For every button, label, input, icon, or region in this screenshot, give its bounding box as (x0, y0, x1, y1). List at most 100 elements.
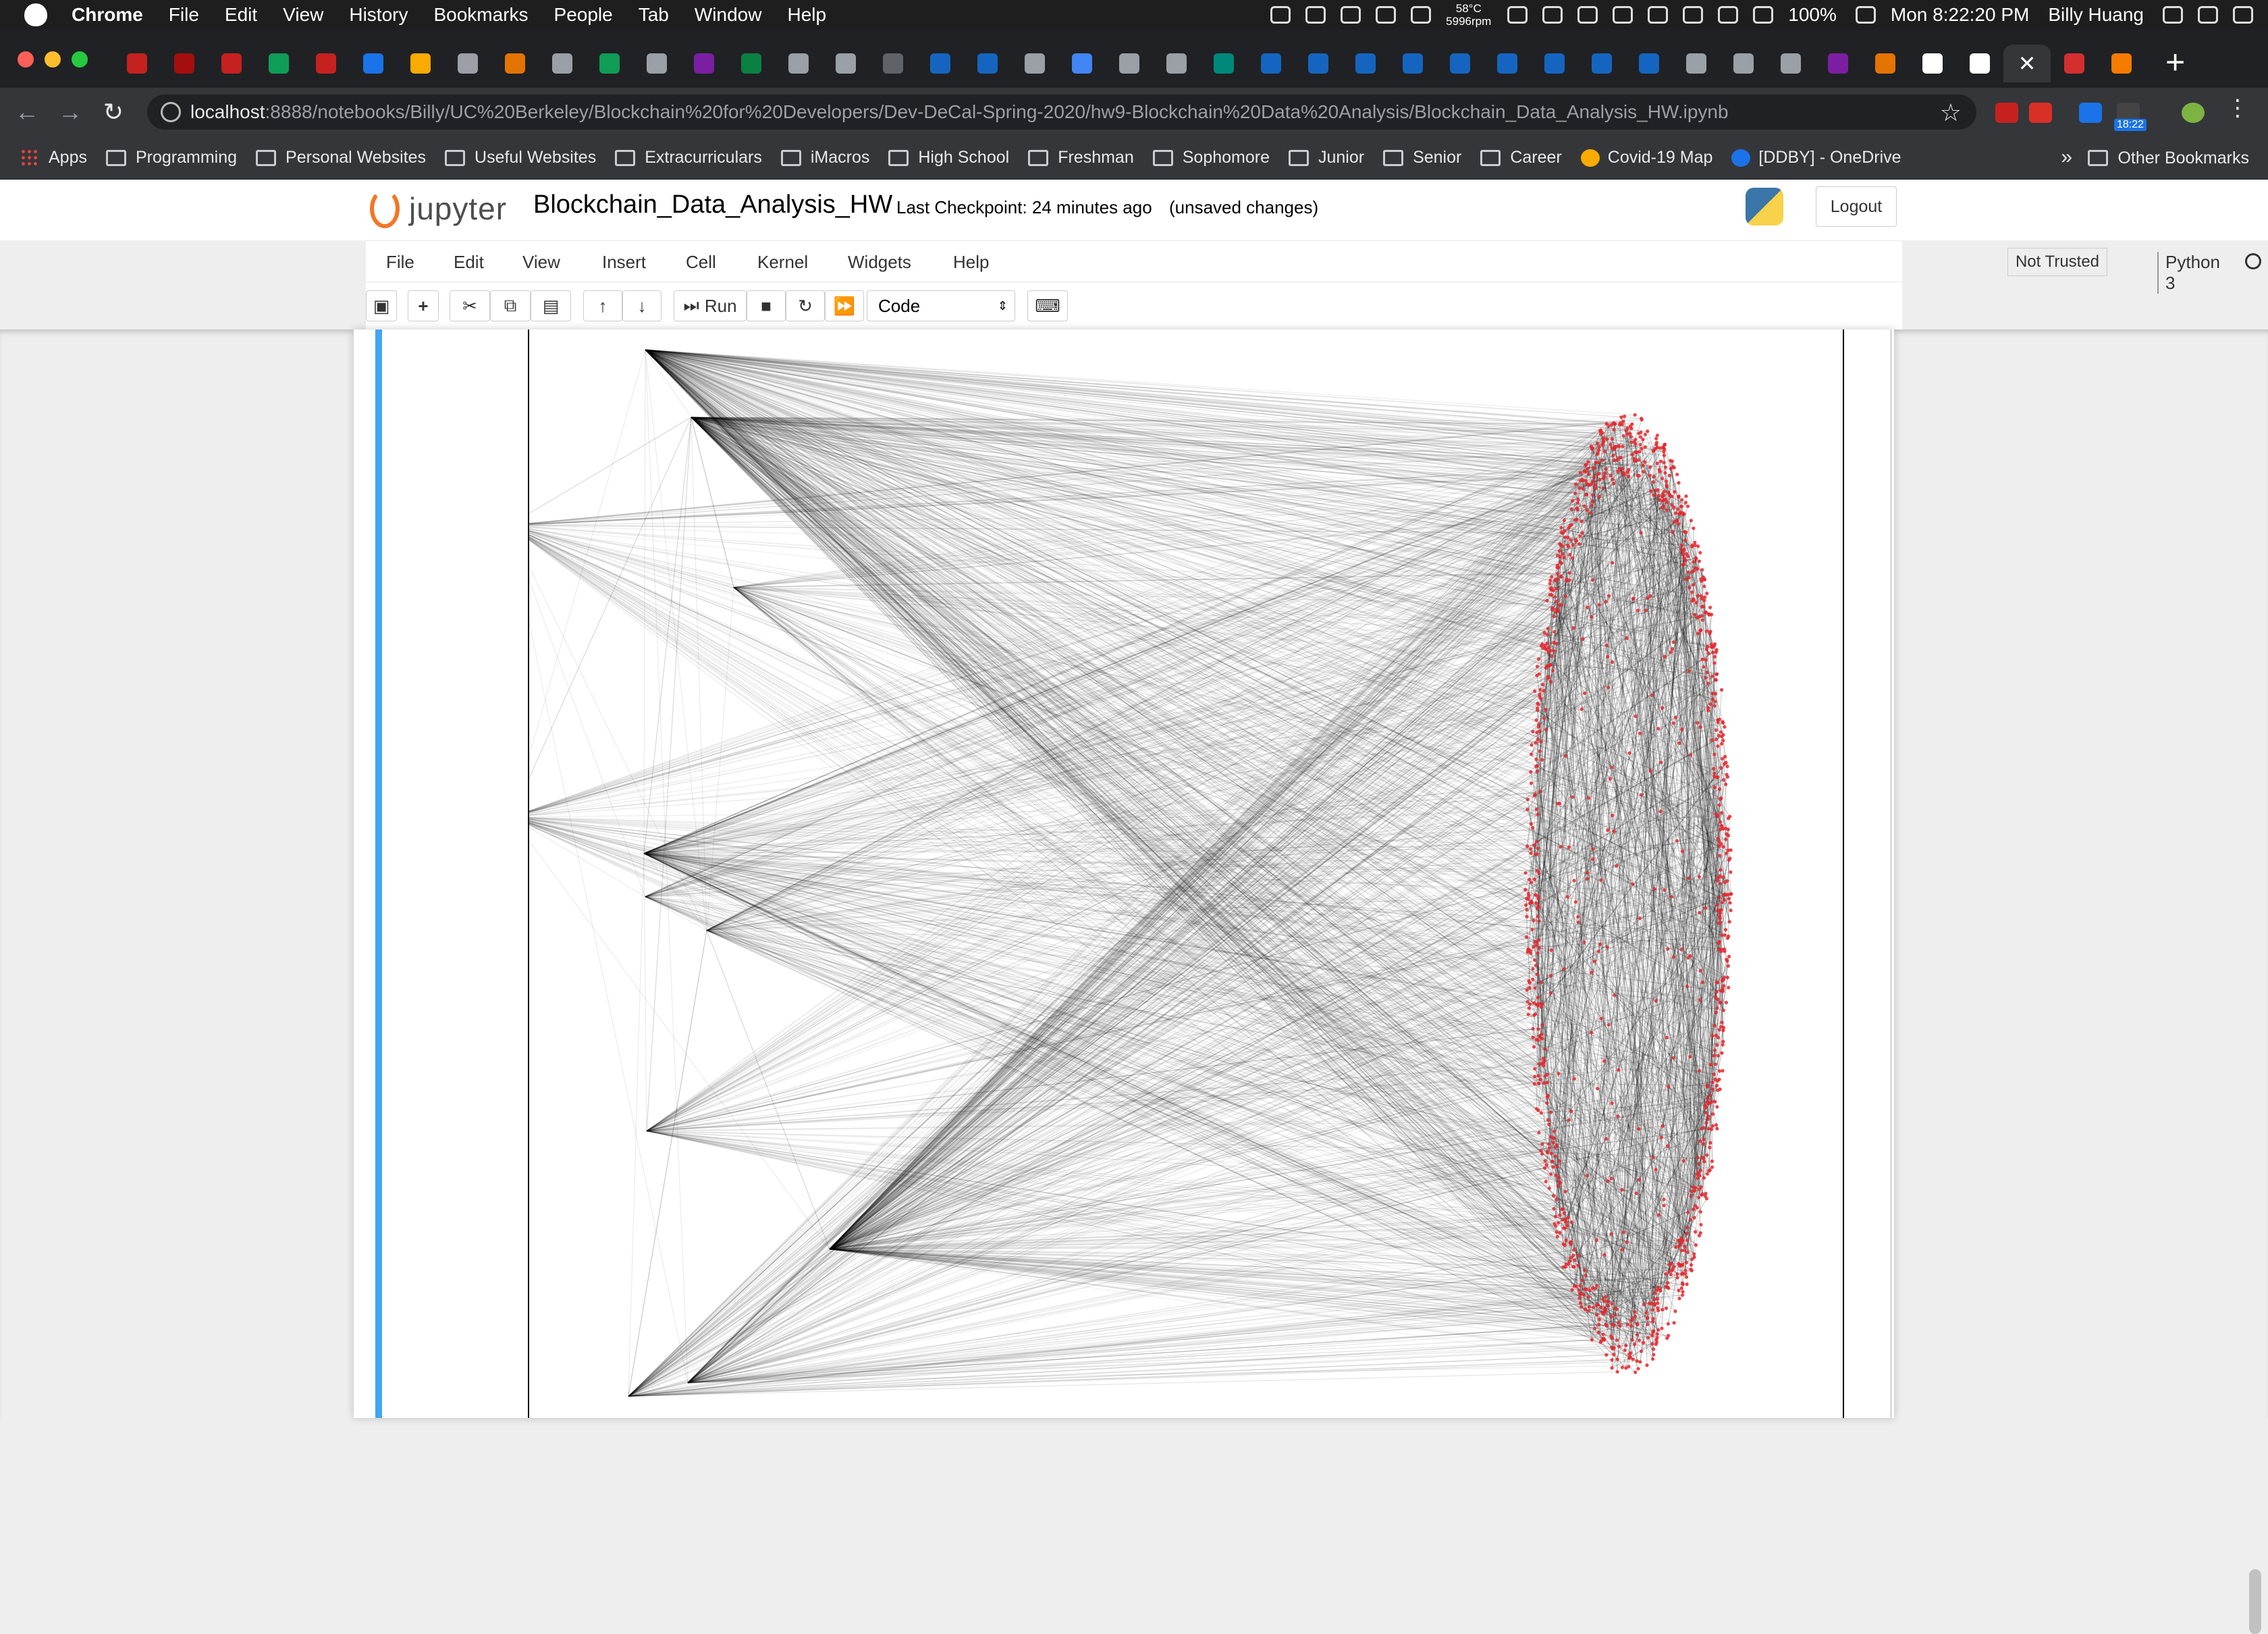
browser-tab[interactable] (444, 45, 491, 82)
active-tab[interactable]: ✕ (2003, 45, 2051, 82)
browser-tab[interactable] (2098, 45, 2145, 82)
restart-run-all-icon[interactable]: ⏩ (825, 290, 864, 321)
reload-icon[interactable]: ↻ (92, 98, 135, 126)
bookmark-folder[interactable]: Personal Websites (256, 148, 426, 167)
bookmark-folder[interactable]: iMacros (781, 148, 870, 167)
headphones-icon[interactable] (1411, 6, 1431, 24)
chrome-menu-icon[interactable]: ⋮ (2226, 95, 2236, 115)
paste-cells-icon[interactable]: ▤ (531, 290, 571, 321)
browser-tab[interactable] (1436, 45, 1484, 82)
run-button[interactable]: ⏭Run (674, 290, 747, 321)
other-bookmarks[interactable]: Other Bookmarks (2088, 136, 2249, 180)
save-icon[interactable]: ▣ (366, 290, 397, 321)
browser-tab[interactable] (1814, 45, 1862, 82)
bookmark-folder[interactable]: Junior (1289, 148, 1364, 167)
forward-icon[interactable]: → (49, 98, 92, 126)
browser-tab[interactable] (822, 45, 869, 82)
vpn-icon[interactable] (1507, 6, 1528, 24)
menu-view[interactable]: View (522, 252, 560, 273)
menubar-tab[interactable]: Tab (639, 4, 669, 26)
ublock-icon[interactable] (1995, 103, 2018, 123)
browser-tab[interactable] (1484, 45, 1531, 82)
w-icon[interactable] (1376, 6, 1396, 24)
bookmarks-overflow-icon[interactable]: » (2061, 146, 2072, 169)
close-tab-icon[interactable]: ✕ (2018, 51, 2036, 76)
browser-tab[interactable] (1673, 45, 1720, 82)
browser-tab[interactable] (586, 45, 633, 82)
browser-tab[interactable] (113, 45, 161, 82)
close-window-icon[interactable] (18, 51, 34, 68)
browser-tab[interactable] (1862, 45, 1909, 82)
address-bar[interactable]: localhost :8888/notebooks/Billy/UC%20Ber… (147, 95, 1976, 130)
menu-help[interactable]: Help (953, 252, 989, 273)
time-machine-icon[interactable] (1613, 6, 1633, 24)
menubar-edit[interactable]: Edit (225, 4, 257, 26)
muted-icon[interactable] (1305, 6, 1326, 24)
browser-tab[interactable] (255, 45, 302, 82)
insert-cell-below-icon[interactable]: + (408, 290, 439, 321)
restart-icon[interactable]: ↻ (786, 290, 825, 321)
notebook-scroll-area[interactable] (0, 330, 2268, 1418)
browser-tab[interactable] (2051, 45, 2098, 82)
keyboard-icon[interactable] (1683, 6, 1703, 24)
interrupt-icon[interactable]: ■ (747, 290, 786, 321)
browser-tab[interactable] (964, 45, 1011, 82)
browser-tab[interactable] (1295, 45, 1342, 82)
browser-tab[interactable] (1342, 45, 1389, 82)
bookmark-folder[interactable]: High School (888, 148, 1009, 167)
menubar-history[interactable]: History (349, 4, 408, 26)
lastpass-icon[interactable] (2029, 103, 2052, 123)
bookmark-folder[interactable]: Career (1480, 148, 1561, 167)
menubar-window[interactable]: Window (695, 4, 762, 26)
browser-tab[interactable] (1153, 45, 1200, 82)
menu-file[interactable]: File (386, 252, 414, 273)
bookmark-folder[interactable]: Extracurriculars (615, 148, 762, 167)
menu-cell[interactable]: Cell (686, 252, 716, 273)
menubar-view[interactable]: View (283, 4, 323, 26)
apple-icon[interactable] (24, 3, 47, 26)
browser-tab[interactable] (539, 45, 586, 82)
move-down-icon[interactable]: ↓ (622, 290, 662, 321)
location-icon[interactable] (1270, 6, 1291, 24)
menu-widgets[interactable]: Widgets (848, 252, 911, 273)
move-up-icon[interactable]: ↑ (583, 290, 622, 321)
notification-center-icon[interactable] (2233, 6, 2253, 24)
browser-tab[interactable] (1625, 45, 1673, 82)
browser-tab[interactable] (1956, 45, 2003, 82)
cell-type-select[interactable]: Code⇕ (867, 290, 1015, 321)
browser-tab[interactable] (350, 45, 397, 82)
clock[interactable]: Mon 8:22:20 PM (1891, 4, 2029, 26)
move-icon[interactable] (1577, 6, 1598, 24)
copy-cells-icon[interactable]: ⧉ (490, 290, 531, 321)
browser-tab[interactable] (1106, 45, 1153, 82)
bookmark-folder[interactable]: Sophomore (1153, 148, 1270, 167)
menu-edit[interactable]: Edit (454, 252, 484, 273)
new-tab-icon[interactable]: + (2165, 43, 2185, 81)
profile-avatar[interactable] (2182, 103, 2205, 123)
wifi-icon[interactable] (1753, 6, 1773, 24)
command-palette-icon[interactable]: ⌨ (1027, 290, 1068, 321)
bookmark-folder[interactable]: Programming (106, 148, 237, 167)
sync-icon[interactable] (1542, 6, 1563, 24)
flag-icon[interactable] (1718, 6, 1738, 24)
extension-b-icon[interactable] (2079, 103, 2102, 123)
battery-icon[interactable] (1856, 6, 1876, 24)
site-info-icon[interactable] (161, 102, 181, 122)
jupyter-logo[interactable]: jupyter (370, 189, 507, 228)
browser-tab[interactable] (1720, 45, 1767, 82)
bookmark-star-icon[interactable]: ☆ (1940, 99, 1962, 127)
menubar-people[interactable]: People (554, 4, 613, 26)
browser-tab[interactable] (680, 45, 728, 82)
menubar-bookmarks[interactable]: Bookmarks (433, 4, 528, 26)
user-name[interactable]: Billy Huang (2048, 4, 2144, 26)
browser-tab[interactable] (1531, 45, 1578, 82)
siri-icon[interactable] (2198, 6, 2218, 24)
zoom-window-icon[interactable] (72, 51, 88, 68)
notebook-title[interactable]: Blockchain_Data_Analysis_HW (533, 190, 892, 219)
minimize-window-icon[interactable] (45, 51, 61, 68)
browser-tab[interactable] (397, 45, 444, 82)
bookmark-folder[interactable]: Useful Websites (445, 148, 596, 167)
browser-tab[interactable] (302, 45, 350, 82)
browser-tab[interactable] (775, 45, 822, 82)
bookmark-folder[interactable]: Senior (1383, 148, 1461, 167)
